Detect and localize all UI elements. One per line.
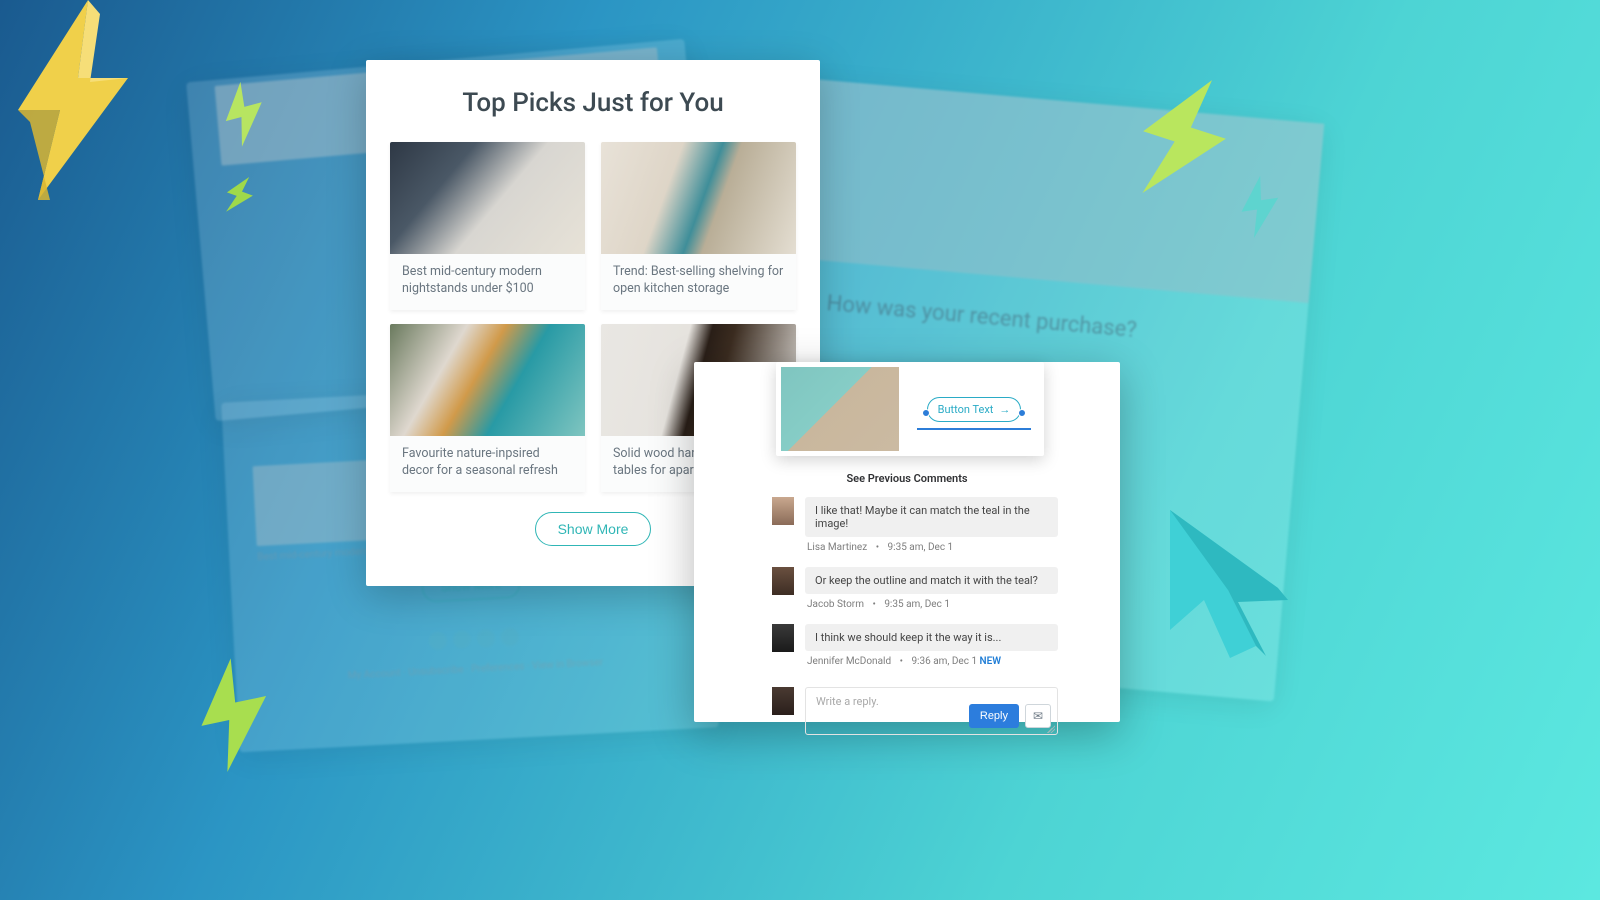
resize-grip[interactable] — [1047, 725, 1055, 733]
comment-meta: Lisa Martinez • 9:35 am, Dec 1 — [805, 537, 1058, 561]
pick-image — [390, 324, 585, 436]
comment-time: 9:35 am, Dec 1 — [884, 599, 950, 610]
preview-box: Button Text → — [776, 362, 1044, 456]
avatar — [772, 624, 794, 652]
comment-row: I think we should keep it the way it is.… — [694, 624, 1120, 675]
comment-author: Jennifer McDonald — [807, 656, 891, 667]
comment-time: 9:35 am, Dec 1 — [888, 542, 954, 553]
attach-icon: ✉ — [1033, 709, 1043, 723]
pick-card[interactable]: Favourite nature-inpsired decor for a se… — [390, 324, 585, 492]
comment-author: Jacob Storm — [807, 599, 864, 610]
pick-card[interactable]: Best mid-century modern nightstands unde… — [390, 142, 585, 310]
reply-row: Write a reply. Reply ✉ — [694, 681, 1120, 735]
button-text-pill[interactable]: Button Text → — [927, 397, 1022, 422]
button-text-label: Button Text — [938, 403, 994, 416]
pick-caption: Best mid-century modern nightstands unde… — [390, 254, 585, 310]
avatar — [772, 567, 794, 595]
selection-handle[interactable] — [1018, 409, 1026, 417]
comment-meta: Jacob Storm • 9:35 am, Dec 1 — [805, 594, 1058, 618]
selection-handle[interactable] — [922, 409, 930, 417]
comment-text: Or keep the outline and match it with th… — [805, 567, 1058, 594]
comment-author: Lisa Martinez — [807, 542, 867, 553]
reply-button[interactable]: Reply — [969, 704, 1019, 728]
avatar — [772, 497, 794, 525]
reply-placeholder: Write a reply. — [816, 695, 879, 708]
pick-caption: Trend: Best-selling shelving for open ki… — [601, 254, 796, 310]
arrow-right-icon: → — [999, 403, 1010, 416]
pick-image — [390, 142, 585, 254]
comment-row: I like that! Maybe it can match the teal… — [694, 497, 1120, 561]
cursor-icon — [1160, 500, 1320, 670]
comments-card: Button Text → See Previous Comments I li… — [694, 362, 1120, 722]
comment-text: I think we should keep it the way it is.… — [805, 624, 1058, 651]
comment-time: 9:36 am, Dec 1 — [911, 656, 977, 667]
new-badge: NEW — [980, 656, 1002, 667]
selected-button-wrap[interactable]: Button Text → — [927, 397, 1022, 422]
pick-caption: Favourite nature-inpsired decor for a se… — [390, 436, 585, 492]
preview-thumbnail — [781, 367, 899, 451]
reply-input[interactable]: Write a reply. Reply ✉ — [805, 687, 1058, 735]
pick-card[interactable]: Trend: Best-selling shelving for open ki… — [601, 142, 796, 310]
comment-text: I like that! Maybe it can match the teal… — [805, 497, 1058, 537]
top-picks-title: Top Picks Just for You — [390, 88, 796, 118]
avatar — [772, 687, 794, 715]
show-more-button[interactable]: Show More — [535, 512, 652, 546]
comment-meta: Jennifer McDonald • 9:36 am, Dec 1 NEW — [805, 651, 1058, 675]
selection-underline — [917, 428, 1032, 430]
pick-image — [601, 142, 796, 254]
comment-row: Or keep the outline and match it with th… — [694, 567, 1120, 618]
